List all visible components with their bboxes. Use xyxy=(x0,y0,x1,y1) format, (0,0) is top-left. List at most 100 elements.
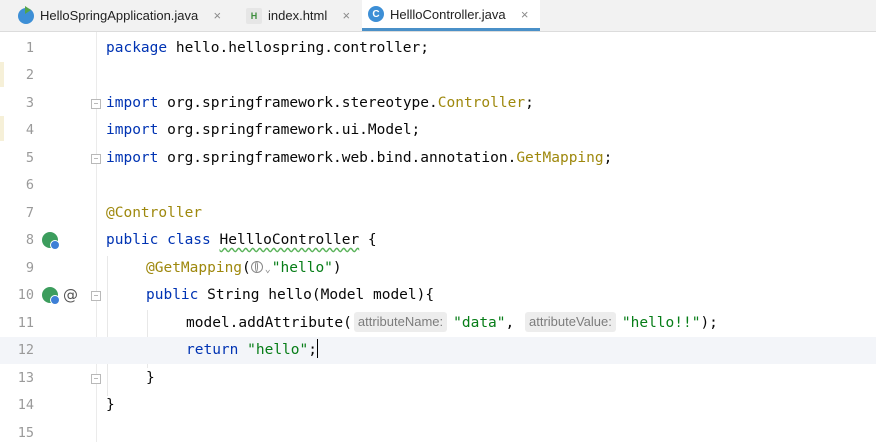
class-reference: Controller xyxy=(437,95,526,111)
tab-hello-spring-application[interactable]: HelloSpringApplication.java × xyxy=(18,0,240,31)
string-literal: "hello" xyxy=(271,260,333,276)
tab-helllo-controller[interactable]: C HellloController.java × xyxy=(362,0,540,31)
line-number: 1 xyxy=(25,40,34,56)
fold-marker-icon[interactable] xyxy=(91,154,101,164)
code-line-12: 12 return "hello"; xyxy=(0,337,876,364)
line-number: 15 xyxy=(17,425,34,441)
line-number: 6 xyxy=(25,177,34,193)
spring-bean-icon[interactable] xyxy=(42,232,60,250)
line-number: 10 xyxy=(17,287,34,303)
code-line-2: 2 xyxy=(0,62,876,89)
line-number: 14 xyxy=(17,397,34,413)
line-number: 7 xyxy=(25,205,34,221)
line-number: 11 xyxy=(17,315,34,331)
line-number: 2 xyxy=(25,67,34,83)
code-line-4: 4 import org.springframework.ui.Model; xyxy=(0,117,876,144)
code-text: @Controller xyxy=(106,200,202,227)
code-text: import org.springframework.web.bind.anno… xyxy=(106,145,612,172)
tab-label: index.html xyxy=(268,8,328,23)
keyword: return xyxy=(186,342,239,358)
code-token: org.springframework.ui.Model; xyxy=(158,122,421,138)
code-text: public String hello(Model model){ xyxy=(146,282,434,309)
keyword: import xyxy=(106,95,159,111)
code-line-9: 9 @GetMapping( ⌄"hello") xyxy=(0,255,876,282)
annotation: @Controller xyxy=(106,205,203,221)
keyword: package xyxy=(106,40,168,56)
line-number: 13 xyxy=(17,370,34,386)
line-number: 12 xyxy=(17,342,34,358)
keyword: import xyxy=(106,122,159,138)
code-token: model.addAttribute( xyxy=(186,315,352,331)
code-text: model.addAttribute(attributeName: "data",… xyxy=(186,310,718,337)
code-text: import org.springframework.ui.Model; xyxy=(106,117,420,144)
class-reference: GetMapping xyxy=(516,150,604,166)
code-token: ; xyxy=(603,150,613,166)
annotation: @GetMapping xyxy=(146,260,243,276)
java-class-icon: C xyxy=(368,6,384,22)
code-token: } xyxy=(146,370,155,386)
code-line-3: 3 import org.springframework.stereotype.… xyxy=(0,90,876,117)
tab-index-html[interactable]: H index.html × xyxy=(246,0,358,31)
fold-marker-icon[interactable] xyxy=(91,374,101,384)
code-line-15: 15 xyxy=(0,420,876,442)
html-file-icon: H xyxy=(246,7,262,24)
keyword: import xyxy=(106,150,159,166)
keyword: public xyxy=(146,287,199,303)
code-line-8: 8 public class HellloController { xyxy=(0,227,876,254)
code-line-6: 6 xyxy=(0,172,876,199)
code-line-11: 11 model.addAttribute(attributeName: "dat… xyxy=(0,310,876,337)
code-line-7: 7 @Controller xyxy=(0,200,876,227)
string-literal: "hello!!" xyxy=(621,315,701,331)
keyword: public class xyxy=(106,232,211,248)
string-literal: "hello" xyxy=(247,342,309,358)
code-line-10: 10 @ public String hello(Model model){ xyxy=(0,282,876,309)
line-number: 4 xyxy=(25,122,34,138)
code-token: ( xyxy=(242,260,251,276)
code-token: String hello(Model model){ xyxy=(198,287,435,303)
line-number: 9 xyxy=(25,260,34,276)
editor-tab-bar: HelloSpringApplication.java × H index.ht… xyxy=(0,0,876,32)
java-application-icon xyxy=(18,5,34,24)
code-token: org.springframework.web.bind.annotation. xyxy=(158,150,517,166)
code-text: import org.springframework.stereotype.Co… xyxy=(106,90,534,117)
parameter-hint: attributeName: xyxy=(353,312,448,332)
code-token: { xyxy=(359,232,377,248)
code-token: ; xyxy=(308,342,317,358)
close-tab-icon[interactable]: × xyxy=(341,8,351,23)
code-line-13: 13 } xyxy=(0,365,876,392)
close-tab-icon[interactable]: × xyxy=(212,8,222,23)
code-token: ); xyxy=(700,315,718,331)
web-endpoint-icon[interactable] xyxy=(250,261,263,273)
code-token: ) xyxy=(332,260,342,276)
code-token: ; xyxy=(525,95,534,111)
tab-label: HelloSpringApplication.java xyxy=(40,8,199,23)
fold-marker-icon[interactable] xyxy=(91,99,101,109)
annotation-icon[interactable]: @ xyxy=(63,287,78,303)
code-token: hello.hellospring.controller; xyxy=(167,40,430,56)
close-tab-icon[interactable]: × xyxy=(520,7,530,22)
spring-bean-icon[interactable] xyxy=(42,287,60,305)
parameter-hint: attributeValue: xyxy=(525,312,616,332)
code-text: } xyxy=(146,365,155,392)
text-cursor xyxy=(316,339,319,358)
code-line-5: 5 import org.springframework.web.bind.an… xyxy=(0,145,876,172)
code-line-1: 1 package hello.hellospring.controller; xyxy=(0,35,876,62)
line-number: 3 xyxy=(25,95,34,111)
chevron-down-icon[interactable]: ⌄ xyxy=(265,264,271,275)
line-number: 8 xyxy=(25,232,34,248)
string-literal: "data" xyxy=(453,315,506,331)
code-text: public class HellloController { xyxy=(106,227,377,254)
code-token: , xyxy=(505,315,515,331)
code-token: org.springframework.stereotype. xyxy=(158,95,438,111)
code-text: } xyxy=(106,392,115,419)
code-text: package hello.hellospring.controller; xyxy=(106,35,429,62)
tab-label: HellloController.java xyxy=(390,6,506,22)
code-editor[interactable]: 1 package hello.hellospring.controller; … xyxy=(0,32,876,442)
fold-marker-icon[interactable] xyxy=(91,291,101,301)
class-name: HellloController xyxy=(219,232,360,248)
code-text: return "hello"; xyxy=(186,337,319,364)
line-number: 5 xyxy=(25,150,34,166)
code-token: } xyxy=(106,397,115,413)
